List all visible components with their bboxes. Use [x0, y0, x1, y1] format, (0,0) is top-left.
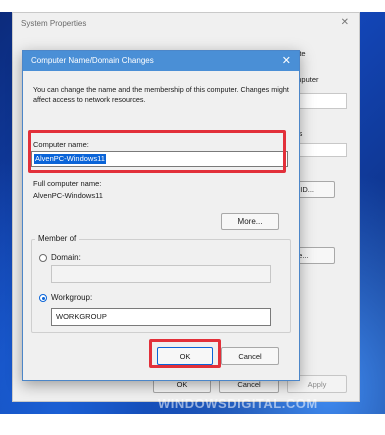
dialog-titlebar: Computer Name/Domain Changes ✕	[23, 51, 299, 71]
workgroup-label: Workgroup:	[51, 293, 93, 302]
system-properties-title: System Properties	[21, 19, 87, 28]
computer-name-highlight-box	[28, 130, 286, 173]
cancel-button[interactable]: Cancel	[221, 347, 279, 365]
member-of-label: Member of	[35, 234, 80, 243]
full-computer-name-label: Full computer name:	[33, 179, 102, 188]
workgroup-value: WORKGROUP	[56, 312, 107, 321]
bottom-margin	[0, 414, 385, 435]
computer-name-dialog: Computer Name/Domain Changes ✕ You can c…	[22, 50, 300, 381]
watermark: WINDOWSDIGITAL.COM	[158, 396, 318, 411]
workgroup-radio[interactable]	[39, 294, 47, 302]
domain-radio[interactable]	[39, 254, 47, 262]
dialog-description: You can change the name and the membersh…	[33, 85, 289, 104]
close-icon[interactable]: ✕	[282, 54, 291, 67]
close-icon[interactable]: ✕	[341, 17, 349, 28]
top-margin	[0, 0, 385, 12]
full-computer-name-value: AlvenPC-Windows11	[33, 191, 103, 200]
domain-input[interactable]	[51, 265, 271, 283]
domain-label: Domain:	[51, 253, 81, 262]
more-button[interactable]: More...	[221, 213, 279, 230]
dialog-title: Computer Name/Domain Changes	[31, 56, 154, 65]
workgroup-input[interactable]: WORKGROUP	[51, 308, 271, 326]
ok-button-highlight-box	[149, 339, 221, 368]
